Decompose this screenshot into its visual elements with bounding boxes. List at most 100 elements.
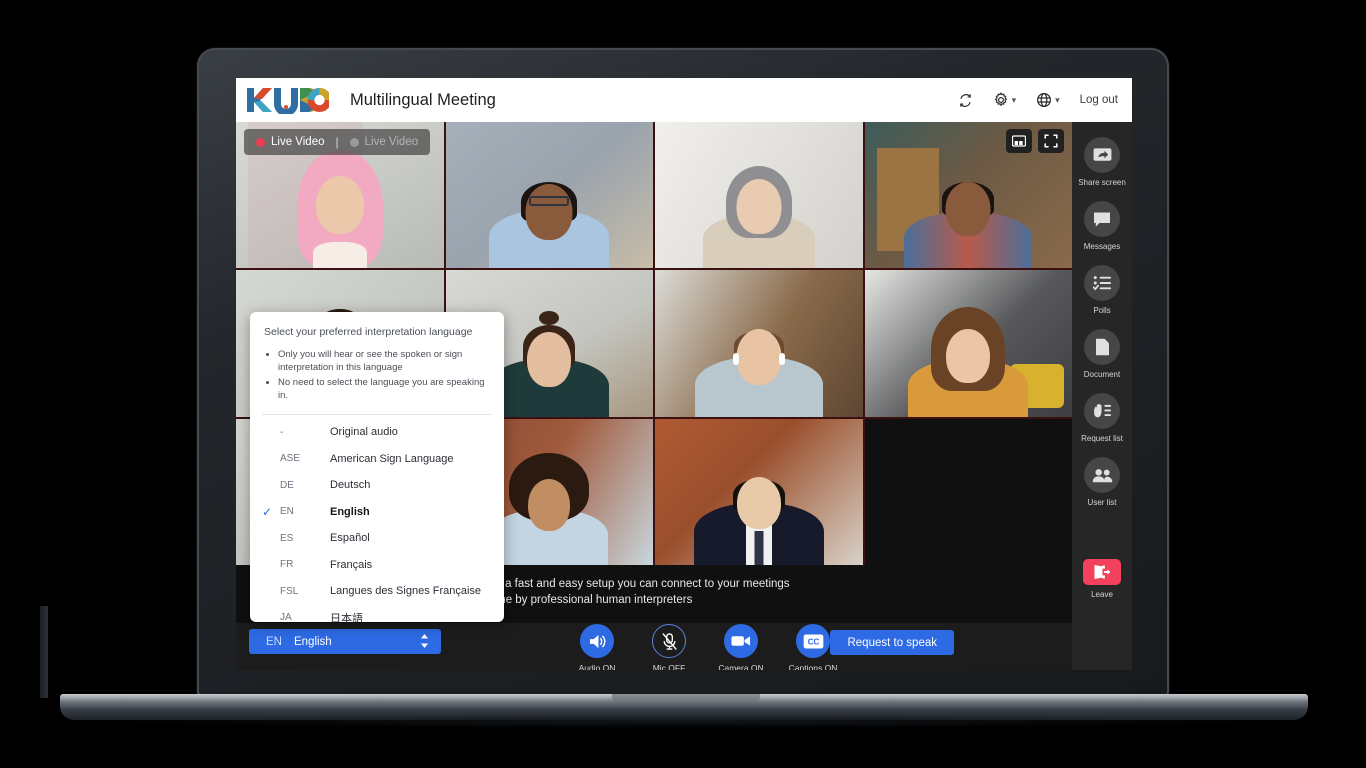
language-name: Deutsch	[330, 479, 371, 492]
request-list-icon	[1083, 393, 1120, 429]
language-option[interactable]: JA 日本語	[250, 605, 504, 622]
camera-icon	[724, 624, 758, 658]
language-name: English	[330, 505, 370, 518]
video-view-controls	[1006, 129, 1064, 153]
language-option[interactable]: DE Deutsch	[250, 472, 504, 499]
language-name: 日本語	[330, 612, 363, 622]
sidebar-item-polls[interactable]: Polls	[1084, 265, 1120, 315]
polls-icon	[1084, 265, 1120, 301]
mic-toggle-label: Mic OFF	[652, 663, 686, 670]
captions-toggle-button[interactable]: CC Captions ON	[788, 624, 838, 670]
laptop-base-notch	[612, 694, 760, 703]
messages-icon	[1084, 201, 1120, 237]
sidebar-label: Share screen	[1078, 178, 1126, 187]
refresh-icon[interactable]	[958, 93, 973, 108]
language-code: FR	[280, 559, 294, 571]
cc-icon: CC	[796, 624, 830, 658]
laptop-hinge	[40, 606, 48, 698]
language-select-code: EN	[266, 635, 282, 648]
sidebar-label: Messages	[1083, 242, 1121, 251]
language-name: Français	[330, 558, 373, 571]
gear-icon[interactable]: ▾	[993, 92, 1017, 108]
sidebar-item-document[interactable]: Document	[1084, 329, 1120, 379]
sidebar-item-messages[interactable]: Messages	[1084, 201, 1120, 251]
page-title: Multilingual Meeting	[350, 90, 496, 109]
user-list-icon	[1084, 457, 1120, 493]
language-code: FSL	[280, 585, 299, 597]
leave-button[interactable]: Leave	[1083, 559, 1121, 599]
language-option[interactable]: FR Français	[250, 552, 504, 579]
camera-toggle-button[interactable]: Camera ON	[718, 624, 764, 670]
language-name: Español	[330, 532, 370, 545]
sidebar-item-request-list[interactable]: Request list	[1081, 393, 1123, 443]
sidebar-label: Polls	[1093, 306, 1111, 315]
sidebar-item-user-list[interactable]: User list	[1084, 457, 1120, 507]
chevron-down-icon: ▾	[1055, 94, 1060, 105]
language-code: ASE	[280, 453, 301, 465]
sidebar-label: Request list	[1081, 434, 1123, 443]
captions-toggle-label: Captions ON	[788, 663, 838, 670]
live-dot-icon	[256, 137, 265, 147]
bottom-control-bar: EN English Audio ON Mic OFF Camera ON CC…	[236, 623, 1072, 670]
participant-tile[interactable]	[445, 122, 653, 269]
language-code: DE	[280, 479, 294, 491]
request-to-speak-button[interactable]: Request to speak	[830, 630, 954, 655]
language-option[interactable]: FSL Langues des Signes Française	[250, 578, 504, 605]
right-sidebar: Share screen Messages Polls Document Req…	[1072, 122, 1132, 670]
badge-separator: |	[335, 135, 339, 149]
dropdown-title: Select your preferred interpretation lan…	[264, 326, 473, 338]
dropdown-bullet: Only you will hear or see the spoken or …	[278, 348, 490, 374]
live-video-toggle-active[interactable]: Live Video	[256, 136, 325, 148]
laptop-base-shadow	[110, 714, 1258, 728]
live-dot-icon	[349, 137, 359, 147]
live-video-toggle-inactive[interactable]: Live Video	[349, 136, 418, 148]
mic-muted-icon	[652, 624, 686, 658]
language-code: -	[280, 426, 284, 438]
chevron-down-icon: ▾	[1011, 94, 1017, 105]
audio-toggle-button[interactable]: Audio ON	[574, 624, 620, 670]
document-icon	[1084, 329, 1120, 365]
chevron-updown-icon	[420, 633, 429, 650]
language-code: JA	[280, 612, 292, 622]
app-header: Multilingual Meeting ▾ ▾ Log out	[236, 78, 1132, 122]
participant-tile[interactable]	[655, 418, 863, 565]
layout-icon[interactable]	[1006, 129, 1032, 153]
language-option-selected[interactable]: ✓ EN English	[250, 499, 504, 526]
header-actions: ▾ ▾ Log out	[958, 92, 1118, 108]
sidebar-label: User list	[1087, 498, 1117, 507]
language-option[interactable]: - Original audio	[250, 419, 504, 446]
camera-toggle-label: Camera ON	[718, 663, 764, 670]
language-name: American Sign Language	[330, 452, 454, 465]
dropdown-bullets: Only you will hear or see the spoken or …	[264, 348, 490, 402]
fullscreen-icon[interactable]	[1038, 129, 1064, 153]
media-controls: Audio ON Mic OFF Camera ON CC Captions O…	[574, 624, 838, 670]
participant-tile[interactable]	[864, 270, 1072, 417]
svg-text:CC: CC	[807, 637, 819, 646]
language-code: ES	[280, 532, 294, 544]
language-select[interactable]: EN English	[249, 629, 441, 654]
participant-tile[interactable]	[655, 122, 863, 269]
check-icon: ✓	[262, 504, 273, 519]
mic-toggle-button[interactable]: Mic OFF	[646, 624, 692, 670]
sidebar-item-share-screen[interactable]: Share screen	[1078, 137, 1126, 187]
leave-icon	[1083, 559, 1121, 585]
language-option[interactable]: ASE American Sign Language	[250, 446, 504, 473]
globe-icon[interactable]: ▾	[1036, 92, 1060, 108]
audio-toggle-label: Audio ON	[578, 663, 616, 670]
kudo-logo-mark	[247, 88, 329, 114]
participant-tile[interactable]	[655, 270, 863, 417]
live-video-badge: Live Video | Live Video	[244, 129, 431, 155]
share-screen-icon	[1084, 137, 1120, 173]
speaker-icon	[580, 624, 614, 658]
language-option-list: - Original audio ASE American Sign Langu…	[250, 419, 504, 622]
logout-button[interactable]: Log out	[1080, 94, 1118, 106]
language-option[interactable]: ES Español	[250, 525, 504, 552]
language-name: Langues des Signes Française	[330, 585, 482, 598]
sidebar-label: Document	[1083, 370, 1121, 379]
language-code: EN	[280, 506, 294, 518]
kudo-app-window: Multilingual Meeting ▾ ▾ Log out Live Vi…	[236, 78, 1132, 670]
dropdown-bullet: No need to select the language you are s…	[278, 376, 490, 402]
language-name: Original audio	[330, 426, 398, 439]
language-dropdown-panel: Select your preferred interpretation lan…	[250, 312, 504, 622]
kudo-logo	[245, 86, 329, 114]
